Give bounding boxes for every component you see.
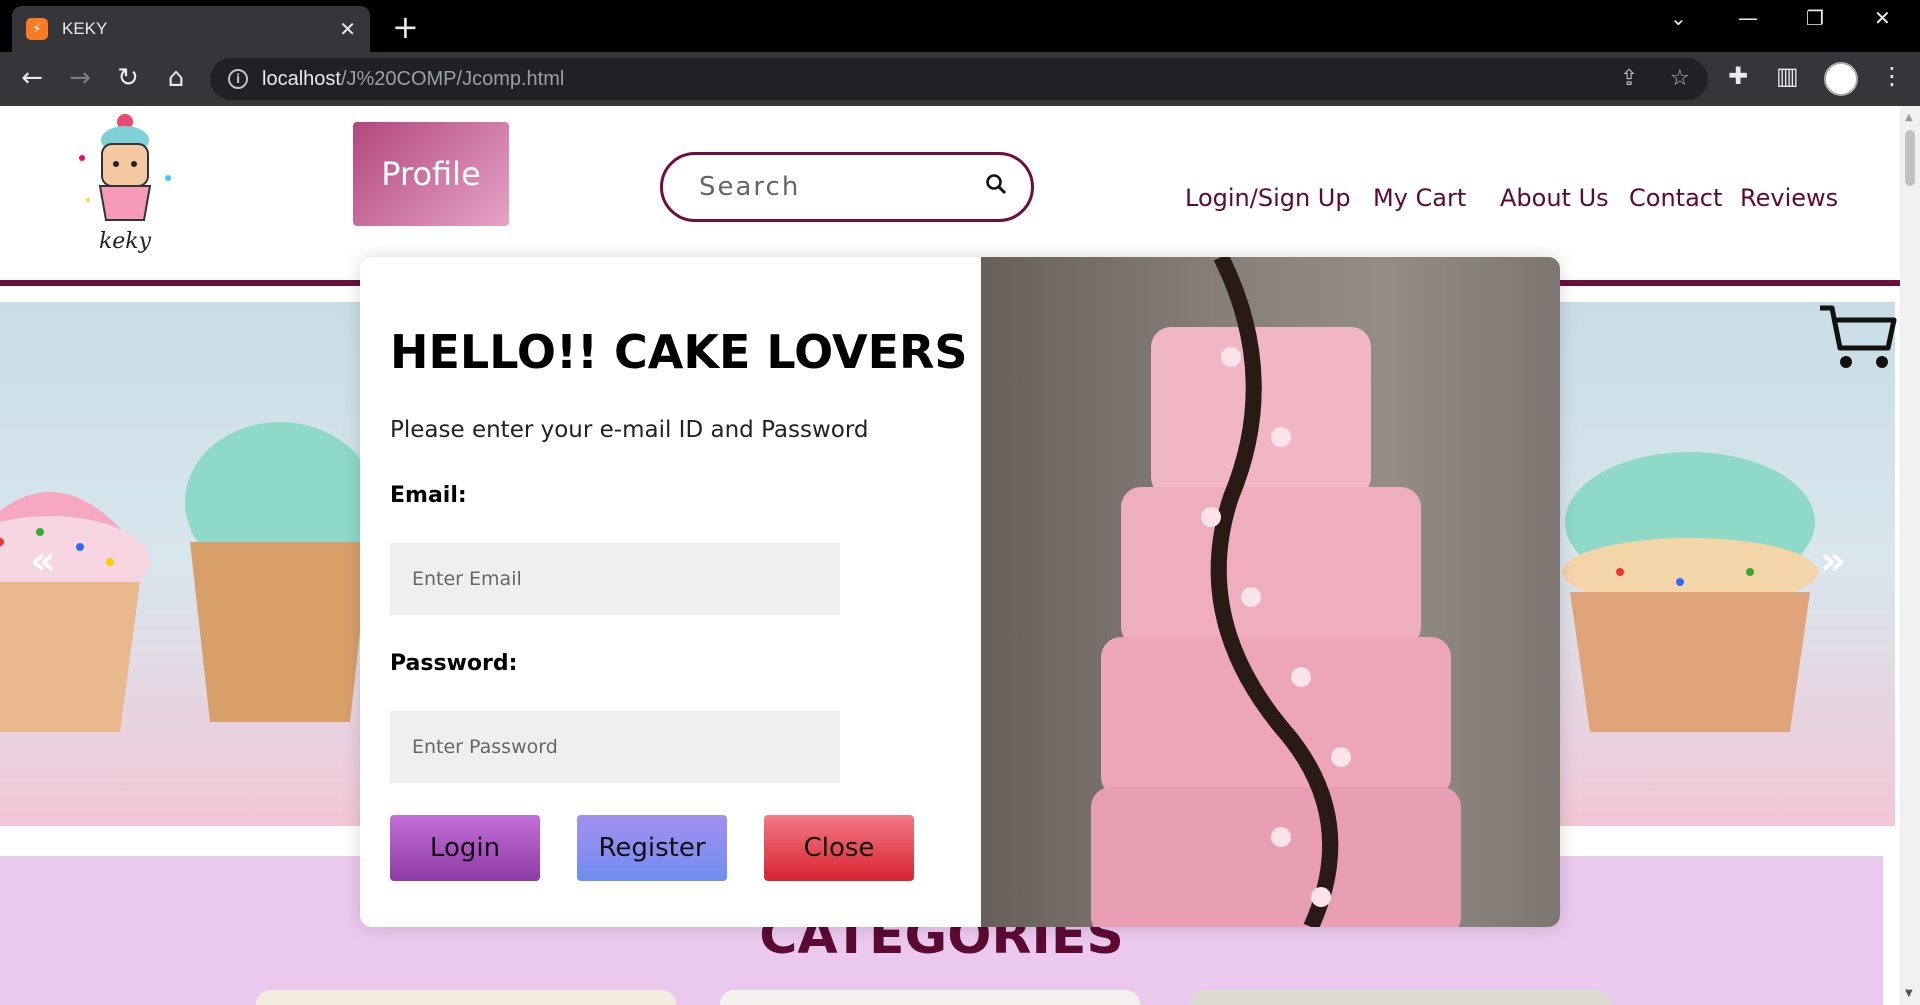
carousel-prev-icon[interactable]: « xyxy=(30,538,56,584)
share-icon[interactable]: ⇪ xyxy=(1620,66,1638,91)
search-box[interactable]: Search xyxy=(660,152,1034,222)
browser-tab-bar: ⚡ KEKY ✕ + ⌄ — ❐ ✕ xyxy=(0,0,1920,52)
register-button[interactable]: Register xyxy=(577,815,727,881)
xampp-favicon-icon: ⚡ xyxy=(26,18,48,40)
side-panel-icon[interactable]: ▥ xyxy=(1776,62,1799,90)
password-label: Password: xyxy=(390,651,518,676)
cupcake-image-mid xyxy=(185,422,375,722)
restore-icon[interactable]: ❐ xyxy=(1806,6,1824,30)
modal-title: HELLO!! CAKE LOVERS xyxy=(390,325,968,379)
profile-button[interactable]: Profile xyxy=(353,122,509,226)
email-label: Email: xyxy=(390,483,467,508)
nav-reviews[interactable]: Reviews xyxy=(1740,184,1838,212)
tab-title: KEKY xyxy=(62,19,108,38)
cake-image xyxy=(981,257,1560,927)
login-button[interactable]: Login xyxy=(390,815,540,881)
category-card[interactable] xyxy=(720,990,1140,1005)
tab-close-icon[interactable]: ✕ xyxy=(339,17,356,41)
scroll-down-icon[interactable]: ▼ xyxy=(1905,988,1913,999)
email-field[interactable] xyxy=(390,543,840,615)
window-close-icon[interactable]: ✕ xyxy=(1874,6,1891,30)
home-icon[interactable]: ⌂ xyxy=(160,63,192,93)
back-icon[interactable]: ← xyxy=(16,63,48,93)
bookmark-star-icon[interactable]: ☆ xyxy=(1670,66,1690,91)
page-scrollbar[interactable]: ▲ ▼ xyxy=(1900,106,1920,1005)
new-tab-icon[interactable]: + xyxy=(392,8,419,46)
keky-logo[interactable]: keky xyxy=(70,108,180,256)
forward-icon[interactable]: → xyxy=(64,63,96,93)
search-input[interactable]: Search xyxy=(699,172,1031,202)
minimize-icon[interactable]: — xyxy=(1738,6,1758,30)
category-card[interactable] xyxy=(256,990,676,1005)
modal-subtitle: Please enter your e-mail ID and Password xyxy=(390,417,869,443)
site-info-icon[interactable]: i xyxy=(228,69,248,89)
close-button[interactable]: Close xyxy=(764,815,914,881)
profile-avatar[interactable] xyxy=(1824,62,1858,96)
logo-text: keky xyxy=(99,229,152,254)
cart-icon[interactable] xyxy=(1818,302,1898,372)
scroll-thumb[interactable] xyxy=(1905,130,1915,186)
menu-icon[interactable]: ⋮ xyxy=(1880,62,1904,90)
nav-login-signup[interactable]: Login/Sign Up xyxy=(1185,184,1351,212)
search-icon[interactable] xyxy=(985,173,1007,195)
login-modal: HELLO!! CAKE LOVERS Please enter your e-… xyxy=(360,257,1560,927)
cupcake-image-right xyxy=(1562,452,1818,732)
browser-tab[interactable]: ⚡ KEKY ✕ xyxy=(12,6,370,52)
nav-my-cart[interactable]: My Cart xyxy=(1373,184,1466,212)
tiered-cake-image xyxy=(981,257,1560,927)
tab-search-icon[interactable]: ⌄ xyxy=(1670,6,1687,30)
url-path: /J%20COMP/Jcomp.html xyxy=(340,67,565,90)
extensions-icon[interactable]: ✚ xyxy=(1728,62,1748,90)
nav-contact[interactable]: Contact xyxy=(1629,184,1722,212)
scroll-up-icon[interactable]: ▲ xyxy=(1905,112,1913,123)
password-field[interactable] xyxy=(390,711,840,783)
browser-toolbar: ← → ↻ ⌂ i localhost/J%20COMP/Jcomp.html … xyxy=(0,52,1920,106)
category-card[interactable] xyxy=(1190,990,1610,1005)
carousel-next-icon[interactable]: » xyxy=(1820,538,1846,584)
nav-about-us[interactable]: About Us xyxy=(1500,184,1609,212)
url-host: localhost xyxy=(262,67,341,90)
reload-icon[interactable]: ↻ xyxy=(112,63,144,93)
address-bar[interactable]: i localhost/J%20COMP/Jcomp.html ⇪ ☆ xyxy=(210,58,1708,100)
cupcake-image-left xyxy=(0,492,150,732)
